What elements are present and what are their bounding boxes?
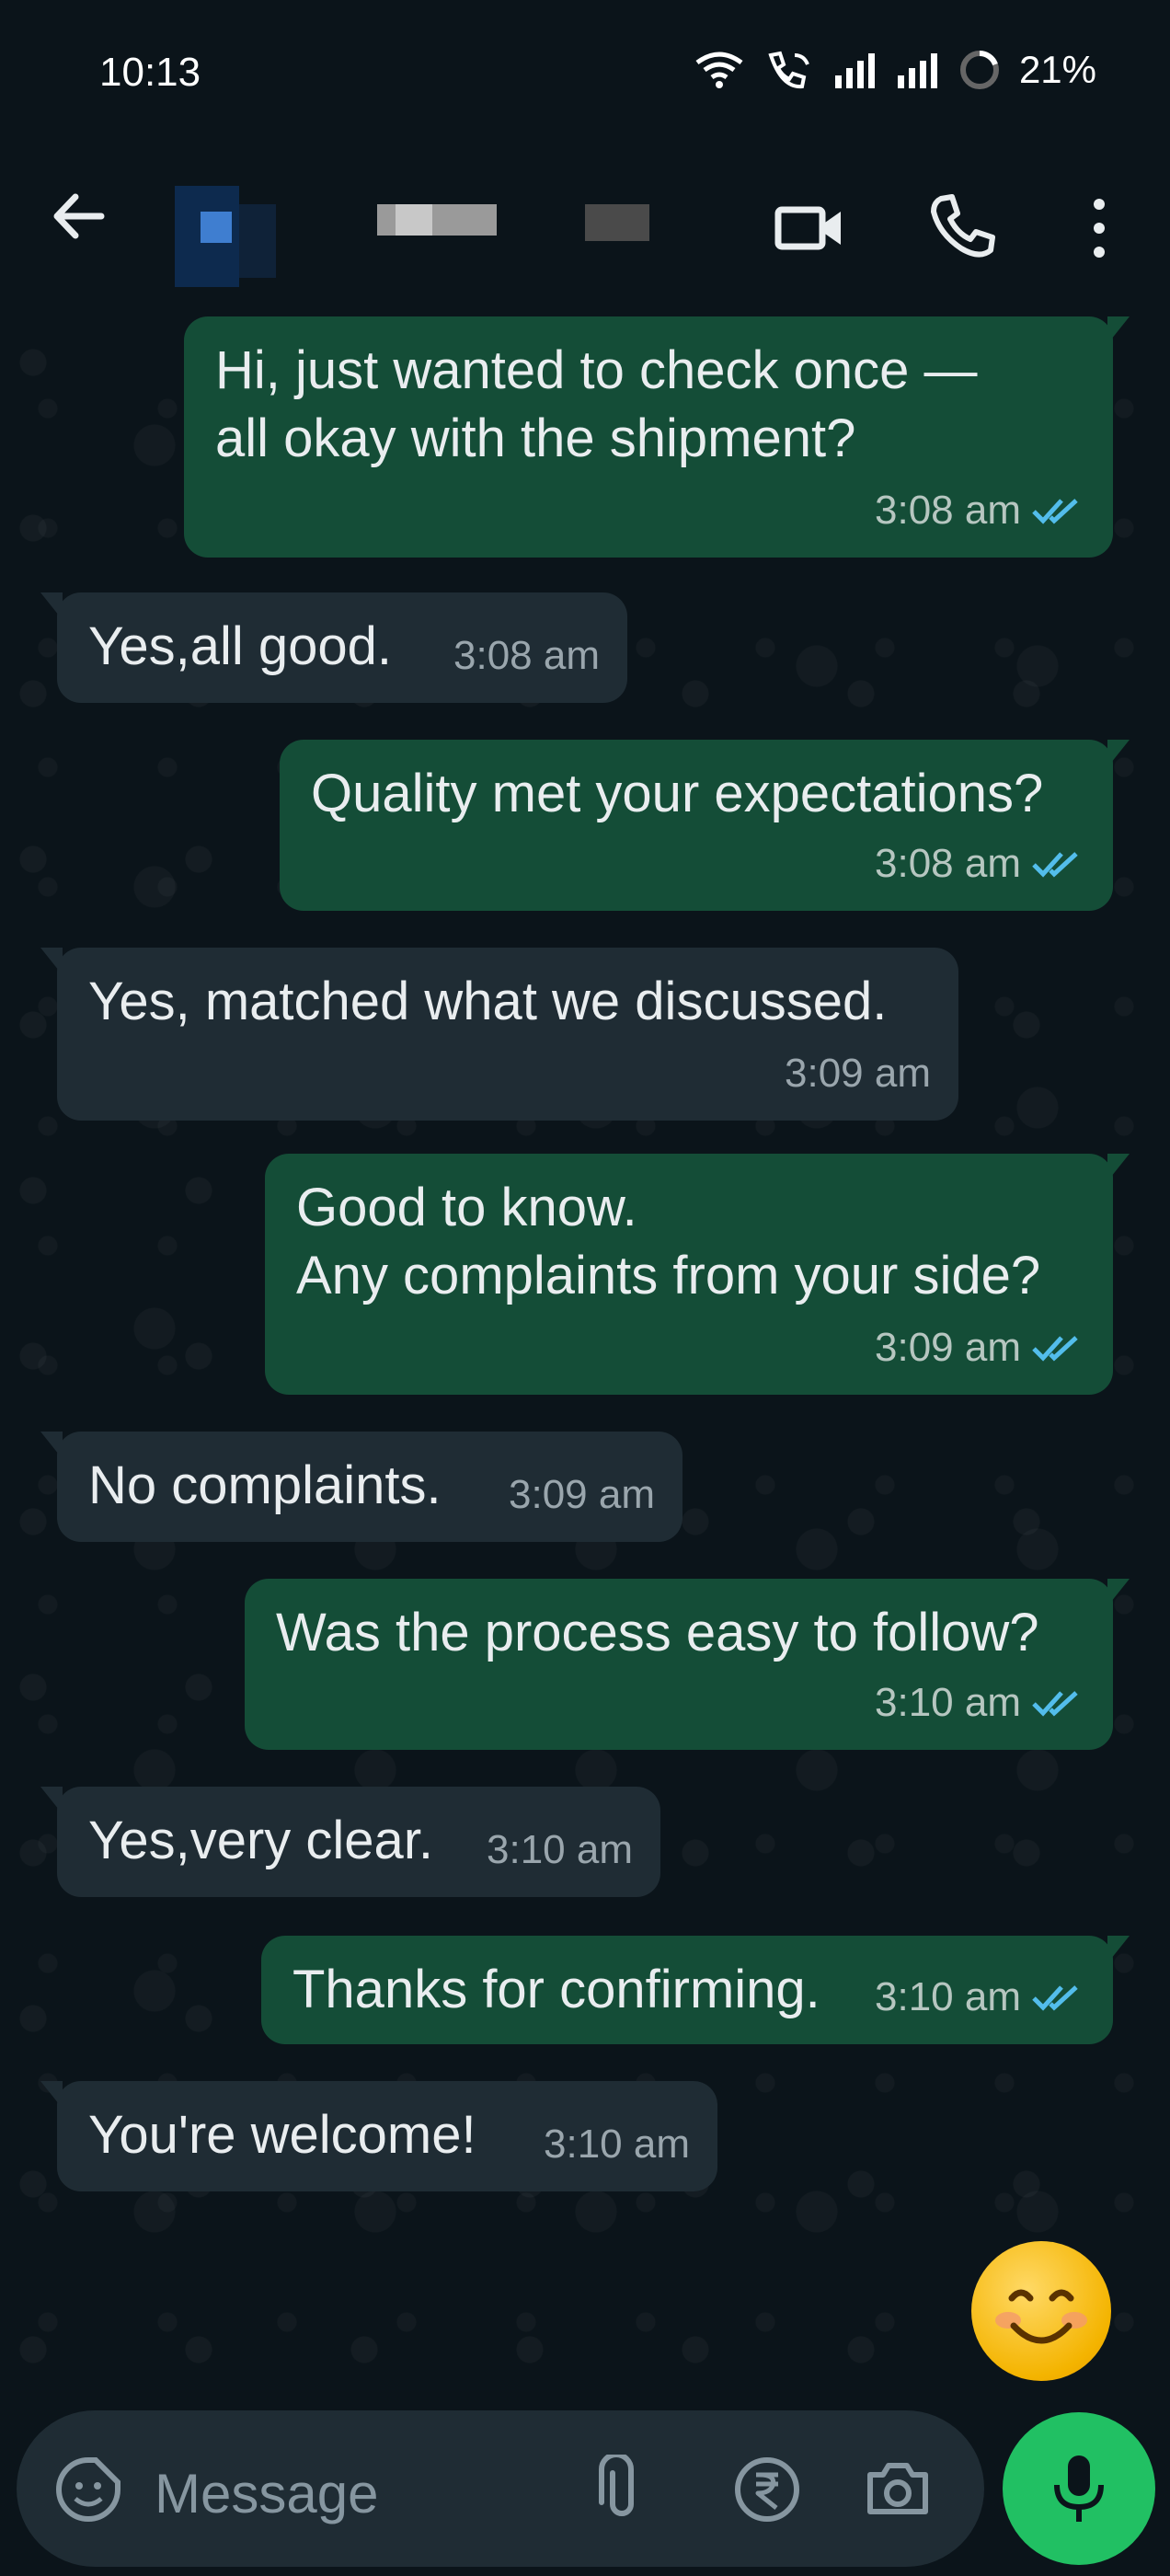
double-check-icon [1032, 499, 1078, 524]
signal-icon [897, 53, 937, 88]
double-check-icon [1032, 852, 1078, 878]
double-check-icon [1032, 1691, 1078, 1717]
message-meta: 3:10 am [544, 2110, 690, 2179]
message-outgoing[interactable]: Good to know. Any complaints from your s… [265, 1154, 1130, 1395]
message-time: 3:10 am [875, 1680, 1021, 1725]
message-incoming[interactable]: No complaints. 3:09 am [40, 1432, 682, 1542]
message-incoming[interactable]: Yes,all good. 3:08 am [40, 592, 627, 703]
message-time: 3:09 am [785, 1051, 931, 1096]
message-incoming[interactable]: You're welcome! 3:10 am [40, 2081, 717, 2191]
message-meta: 3:09 am [875, 1314, 1085, 1382]
rupee-payment-icon[interactable] [732, 2455, 802, 2524]
message-text: Was the process easy to follow? [276, 1603, 1039, 1662]
message-meta: 3:10 am [875, 1963, 1085, 2031]
message-meta: 3:08 am [453, 622, 600, 690]
signal-icon [834, 53, 875, 88]
status-bar: 10:13 21% [0, 0, 1170, 147]
video-call-icon[interactable] [773, 191, 846, 265]
battery-percent: 21% [1018, 48, 1096, 91]
message-outgoing[interactable]: Hi, just wanted to check once — all okay… [184, 316, 1130, 558]
message-text: Quality met your expectations? [311, 764, 1044, 823]
chat-header [0, 147, 1170, 313]
message-time: 3:09 am [509, 1472, 655, 1517]
message-time: 3:10 am [544, 2122, 690, 2167]
message-time: 3:10 am [487, 1827, 633, 1872]
mic-icon [1054, 2455, 1104, 2522]
wifi-call-icon [768, 51, 809, 89]
message-outgoing[interactable]: Quality met your expectations? 3:08 am [280, 740, 1130, 911]
message-meta: 3:08 am [875, 477, 1085, 545]
double-check-icon [1032, 1985, 1078, 2011]
battery-icon [959, 50, 999, 89]
message-text: Yes, matched what we discussed. [88, 972, 888, 1031]
mic-button[interactable] [1003, 2412, 1155, 2565]
message-incoming[interactable]: Yes,very clear. 3:10 am [40, 1787, 660, 1897]
chat-area[interactable]: Hi, just wanted to check once — all okay… [0, 313, 1170, 2410]
message-meta: 3:10 am [487, 1816, 633, 1884]
message-meta: 3:08 am [875, 830, 1085, 898]
wifi-icon [695, 52, 743, 88]
message-incoming[interactable]: Yes, matched what we discussed. 3:09 am [40, 948, 958, 1121]
emoji-smiling[interactable] [971, 2241, 1111, 2381]
message-meta: 3:09 am [509, 1461, 655, 1529]
attach-icon[interactable] [587, 2455, 657, 2524]
message-input[interactable]: Message [155, 2462, 378, 2525]
message-meta: 3:10 am [875, 1669, 1085, 1737]
sticker-icon[interactable] [53, 2455, 123, 2524]
message-time: 3:08 am [875, 841, 1021, 886]
avatar[interactable] [175, 186, 285, 296]
message-meta: 3:09 am [785, 1040, 931, 1108]
contact-name-redacted[interactable] [377, 204, 497, 236]
message-time: 3:08 am [875, 488, 1021, 533]
message-text: Hi, just wanted to check once — all okay… [215, 340, 978, 468]
phone-icon[interactable] [924, 191, 998, 265]
double-check-icon [1032, 1336, 1078, 1362]
message-outgoing[interactable]: Thanks for confirming. 3:10 am [261, 1936, 1130, 2044]
smiling-face-icon [995, 2289, 1087, 2344]
camera-icon[interactable] [863, 2455, 933, 2524]
message-time: 3:08 am [453, 633, 600, 678]
message-time: 3:09 am [875, 1325, 1021, 1370]
contact-name-redacted[interactable] [585, 204, 649, 241]
message-composer[interactable]: Message [17, 2410, 984, 2567]
more-options-icon[interactable] [1076, 191, 1122, 265]
status-time: 10:13 [99, 50, 201, 95]
back-arrow-icon[interactable] [46, 184, 110, 248]
status-icons: 21% [694, 48, 1096, 92]
message-time: 3:10 am [875, 1974, 1021, 2019]
message-outgoing[interactable]: Was the process easy to follow? 3:10 am [245, 1579, 1130, 1750]
message-text: Good to know. Any complaints from your s… [296, 1178, 1041, 1305]
